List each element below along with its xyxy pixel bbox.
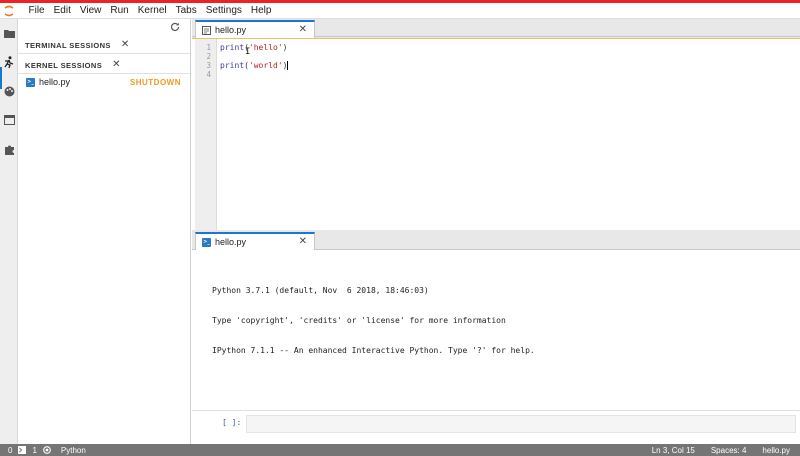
- current-file-name: hello.py: [762, 445, 790, 455]
- input-prompt: [ ]:: [222, 418, 242, 427]
- code-editor[interactable]: 1 2 3 4 print('hello') print('world') I: [192, 38, 800, 245]
- kernels-count[interactable]: 1: [32, 446, 36, 455]
- menu-settings[interactable]: Settings: [201, 3, 246, 19]
- menu-tabs[interactable]: Tabs: [171, 3, 201, 19]
- menu-help[interactable]: Help: [246, 3, 276, 19]
- terminals-count[interactable]: 0: [8, 446, 12, 455]
- close-editor-tab-icon[interactable]: ✕: [299, 25, 307, 35]
- running-sessions-icon[interactable]: [3, 56, 15, 68]
- line-number: 1: [206, 43, 211, 52]
- console-tab[interactable]: >_ hello.py ✕: [195, 232, 315, 250]
- editor-tab-bar: hello.py ✕: [192, 19, 800, 38]
- kernel-sessions-header: KERNEL SESSIONS ✕: [18, 57, 190, 74]
- console-output-line: Python 3.7.1 (default, Nov 6 2018, 18:46…: [212, 286, 429, 295]
- status-bar: 0 1 Python Ln 3, Col 15 Spaces: 4 hello.…: [0, 444, 800, 456]
- kernel-sessions-title: KERNEL SESSIONS: [25, 60, 103, 70]
- console-output-line: IPython 7.1.1 -- An enhanced Interactive…: [212, 346, 535, 355]
- text-cursor: [287, 61, 289, 70]
- kernel-name[interactable]: Python: [61, 446, 86, 455]
- menu-view[interactable]: View: [75, 3, 106, 19]
- panel-toolbar: [18, 19, 190, 37]
- kernel-status-icon: [43, 446, 51, 454]
- console-tab-label: hello.py: [215, 237, 247, 247]
- console-tab-bar: >_ hello.py ✕: [192, 230, 800, 250]
- refresh-icon[interactable]: [170, 22, 181, 33]
- menu-edit[interactable]: Edit: [49, 3, 75, 19]
- running-sessions-panel: TERMINAL SESSIONS ✕ KERNEL SESSIONS ✕ >_…: [18, 19, 191, 444]
- console-output: Python 3.7.1 (default, Nov 6 2018, 18:46…: [212, 266, 535, 376]
- kernel-session-name: hello.py: [39, 77, 71, 87]
- shutdown-button[interactable]: SHUTDOWN: [130, 78, 181, 87]
- terminal-sessions-title: TERMINAL SESSIONS: [25, 40, 111, 50]
- close-kernels-icon[interactable]: ✕: [112, 60, 120, 70]
- console-input[interactable]: [246, 415, 796, 433]
- tabs-icon[interactable]: [3, 114, 15, 126]
- python-console-icon: >_: [26, 77, 35, 87]
- jupyter-logo-icon: [0, 3, 18, 19]
- menu-run[interactable]: Run: [106, 3, 133, 19]
- close-console-tab-icon[interactable]: ✕: [299, 237, 307, 247]
- menu-kernel[interactable]: Kernel: [133, 3, 171, 19]
- active-tab-indicator: [0, 67, 2, 89]
- line-number: 2: [206, 52, 211, 61]
- extension-icon[interactable]: [3, 143, 15, 155]
- editor-tab[interactable]: hello.py ✕: [195, 20, 315, 38]
- code-line-3: print('world'): [220, 61, 289, 70]
- close-terminals-icon[interactable]: ✕: [121, 40, 129, 50]
- line-number: 4: [206, 70, 211, 79]
- console-input-row: [ ]:: [192, 410, 800, 436]
- file-icon: [202, 25, 211, 35]
- python-console: Python 3.7.1 (default, Nov 6 2018, 18:46…: [192, 250, 800, 444]
- terminal-icon: [18, 446, 27, 454]
- line-number: 3: [206, 61, 211, 70]
- ibeam-cursor-icon: I: [245, 47, 251, 57]
- terminal-sessions-header: TERMINAL SESSIONS ✕: [18, 37, 190, 54]
- kernel-session-item[interactable]: >_ hello.py SHUTDOWN: [18, 75, 190, 89]
- indent-spaces[interactable]: Spaces: 4: [711, 446, 747, 455]
- python-console-icon: >_: [202, 237, 211, 247]
- console-output-line: Type 'copyright', 'credits' or 'license'…: [212, 316, 506, 325]
- folder-icon[interactable]: [3, 27, 15, 39]
- editor-tab-label: hello.py: [215, 25, 247, 35]
- main-area: hello.py ✕ 1 2 3 4 print('hello') print(…: [192, 19, 800, 444]
- activity-bar: [0, 19, 18, 444]
- menu-file[interactable]: File: [24, 3, 49, 19]
- code-line-1: print('hello'): [220, 43, 288, 52]
- palette-icon[interactable]: [3, 85, 15, 97]
- menu-bar: File Edit View Run Kernel Tabs Settings …: [0, 3, 800, 19]
- line-number-gutter: 1 2 3 4: [195, 39, 217, 245]
- cursor-position[interactable]: Ln 3, Col 15: [652, 446, 695, 455]
